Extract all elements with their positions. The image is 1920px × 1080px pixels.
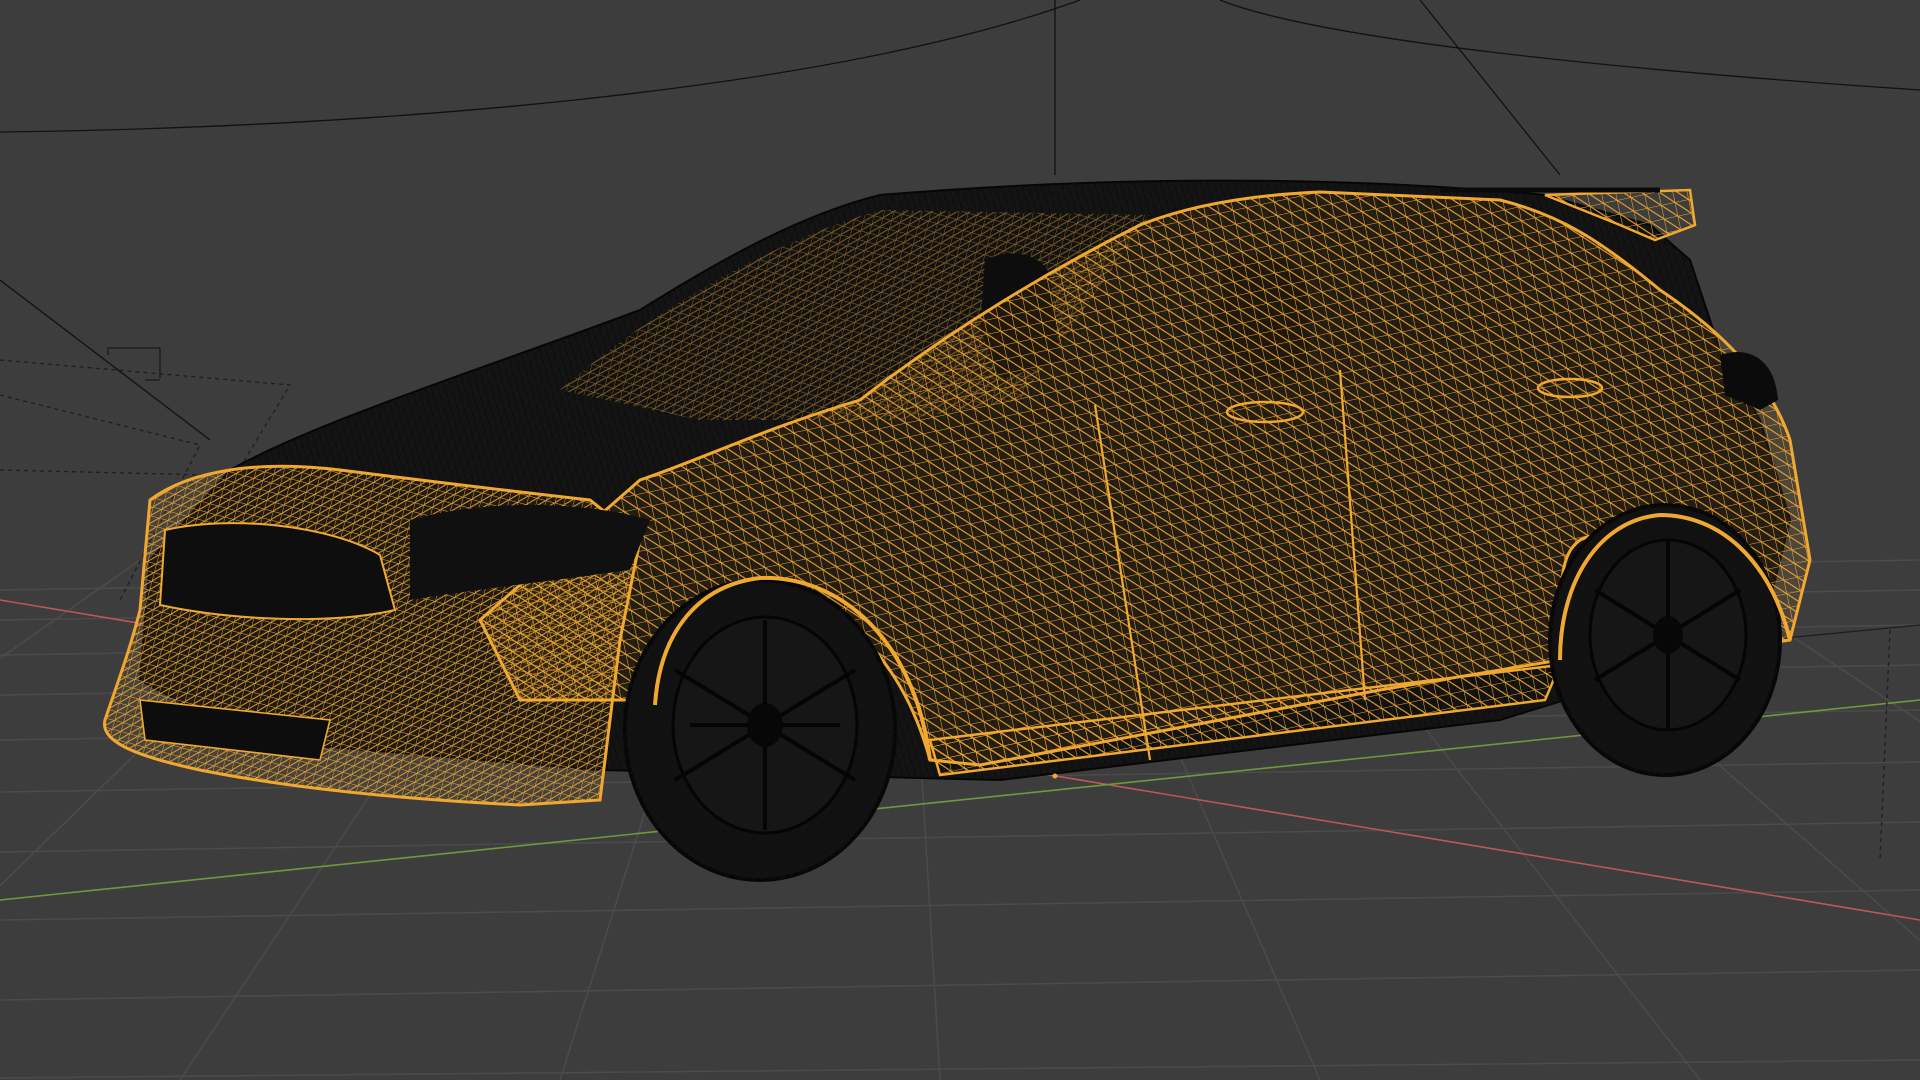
car-wireframe[interactable] <box>102 179 1812 882</box>
3d-viewport[interactable] <box>0 0 1920 1080</box>
circle-guide <box>0 0 1081 133</box>
car-front-wheel <box>623 578 897 882</box>
light-object <box>107 347 161 381</box>
object-origin <box>1052 773 1058 779</box>
viewport-canvas[interactable] <box>0 0 1920 1080</box>
car-rear-wheel <box>1548 503 1782 777</box>
